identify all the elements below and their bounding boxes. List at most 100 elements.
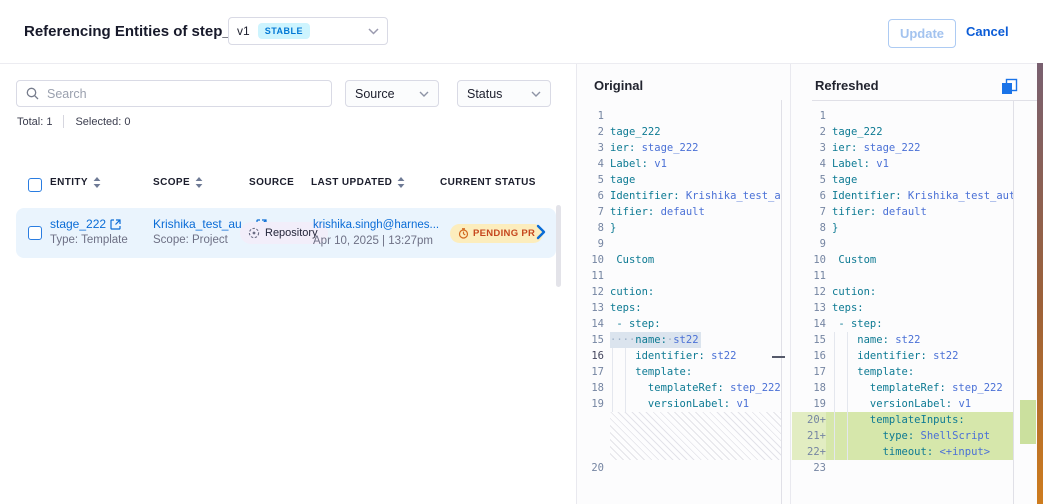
- entity-link[interactable]: stage_222: [50, 218, 121, 231]
- table-row[interactable]: stage_222 Type: Template Krishika_test_a…: [16, 208, 556, 258]
- line-number: 7: [576, 204, 604, 220]
- line-number: 23: [792, 460, 826, 476]
- code-line: 8}: [792, 220, 1013, 236]
- refreshed-code-editor[interactable]: 12tage_2223ier: stage_2224Label: v15tage…: [792, 108, 1013, 504]
- sort-icon[interactable]: [195, 177, 203, 188]
- code-line: 14 - step:: [576, 316, 781, 332]
- line-number: 9: [792, 236, 826, 252]
- code-line: 18 templateRef: step_222: [576, 380, 781, 396]
- line-number: 17: [792, 364, 826, 380]
- code-line: 14 - step:: [792, 316, 1013, 332]
- code-line: 16 identifier: st22: [792, 348, 1013, 364]
- update-button[interactable]: Update: [888, 19, 956, 48]
- line-number: 16: [576, 348, 604, 364]
- updated-by[interactable]: krishika.singh@harnes...: [313, 219, 439, 232]
- line-number: 6: [576, 188, 604, 204]
- code-line: 5tage: [576, 172, 781, 188]
- line-number: 3: [576, 140, 604, 156]
- line-number: 21+: [792, 428, 826, 444]
- code-line: 12cution:: [792, 284, 1013, 300]
- select-all-checkbox[interactable]: [28, 178, 42, 192]
- code-line: 21+ type: ShellScript: [792, 428, 1013, 444]
- code-line: 12cution:: [576, 284, 781, 300]
- last-updated-cell: krishika.singh@harnes... Apr 10, 2025 | …: [313, 217, 439, 248]
- line-number: 11: [576, 268, 604, 284]
- indent-guide: [834, 332, 835, 460]
- entity-type: Type: Template: [50, 234, 128, 247]
- external-link-icon: [110, 219, 121, 230]
- code-line: 17 template:: [792, 364, 1013, 380]
- code-line: 15 name: st22: [792, 332, 1013, 348]
- line-number: 17: [576, 364, 604, 380]
- line-number: 12: [792, 284, 826, 300]
- code-line: 1: [576, 108, 781, 124]
- version-selector[interactable]: v1 STABLE: [228, 17, 388, 45]
- code-line: 15····name:·st22: [576, 332, 781, 348]
- code-line: 9: [576, 236, 781, 252]
- chevron-down-icon: [368, 28, 379, 35]
- column-header-last-updated[interactable]: LAST UPDATED: [311, 177, 405, 188]
- code-line: 20: [576, 460, 781, 476]
- diff-collapsed-region: [610, 412, 781, 460]
- overview-ruler-added-marker: [1020, 400, 1036, 444]
- updated-at: Apr 10, 2025 | 13:27pm: [313, 235, 439, 248]
- clock-icon: [458, 228, 469, 239]
- original-panel-title: Original: [594, 78, 643, 93]
- status-filter[interactable]: Status: [457, 80, 551, 107]
- search-icon: [26, 87, 39, 100]
- code-line: 23: [792, 460, 1013, 476]
- line-number: 10: [576, 252, 604, 268]
- chevron-right-icon[interactable]: [536, 224, 546, 240]
- line-number: 18: [792, 380, 826, 396]
- refreshed-viewport-edge: [1013, 100, 1014, 504]
- code-line: 2tage_222: [792, 124, 1013, 140]
- code-line: 19 versionLabel: v1: [792, 396, 1013, 412]
- code-line: 9: [792, 236, 1013, 252]
- line-number: 13: [576, 300, 604, 316]
- line-number: 22+: [792, 444, 826, 460]
- code-line: 6Identifier: Krishika_test_aut: [576, 188, 781, 204]
- divider: [63, 115, 64, 128]
- line-number: 4: [576, 156, 604, 172]
- code-line: 4Label: v1: [792, 156, 1013, 172]
- line-number: 20: [576, 460, 604, 476]
- line-number: 6: [792, 188, 826, 204]
- original-code-editor[interactable]: 12tage_2223ier: stage_2224Label: v15tage…: [576, 108, 781, 504]
- cancel-button[interactable]: Cancel: [966, 24, 1009, 39]
- indent-guide: [612, 348, 613, 412]
- sort-icon[interactable]: [397, 177, 405, 188]
- line-number: 3: [792, 140, 826, 156]
- column-header-entity[interactable]: ENTITY: [50, 177, 101, 188]
- line-number: 11: [792, 268, 826, 284]
- column-header-scope[interactable]: SCOPE: [153, 177, 203, 188]
- row-checkbox[interactable]: [28, 226, 42, 240]
- copy-icon[interactable]: [1001, 78, 1018, 95]
- source-filter[interactable]: Source: [345, 80, 439, 107]
- sort-icon[interactable]: [93, 177, 101, 188]
- code-line: 4Label: v1: [576, 156, 781, 172]
- indent-guide: [625, 348, 626, 412]
- line-number: 7: [792, 204, 826, 220]
- repository-icon: [248, 227, 260, 239]
- line-number: 4: [792, 156, 826, 172]
- indent-guide: [847, 332, 848, 460]
- line-number: 8: [576, 220, 604, 236]
- column-header-source: SOURCE: [249, 177, 294, 188]
- code-line: 5tage: [792, 172, 1013, 188]
- diff-sash[interactable]: [790, 64, 791, 504]
- code-line: 18 templateRef: step_222: [792, 380, 1013, 396]
- code-line: 19 versionLabel: v1: [576, 396, 781, 412]
- code-line: 22+ timeout: <+input>: [792, 444, 1013, 460]
- selected-count: Selected: 0: [75, 116, 130, 128]
- line-number: 2: [792, 124, 826, 140]
- search-input[interactable]: [45, 86, 331, 102]
- dialog-header: Referencing Entities of step_222 v1 STAB…: [0, 0, 1043, 64]
- code-line: 7tifier: default: [792, 204, 1013, 220]
- stable-badge: STABLE: [258, 23, 310, 39]
- referencing-entities-dialog: Referencing Entities of step_222 v1 STAB…: [0, 0, 1043, 504]
- line-number: 1: [576, 108, 604, 124]
- line-number: 8: [792, 220, 826, 236]
- code-line: 17 template:: [576, 364, 781, 380]
- search-box: [16, 80, 332, 107]
- left-panel-scrollbar[interactable]: [556, 205, 561, 287]
